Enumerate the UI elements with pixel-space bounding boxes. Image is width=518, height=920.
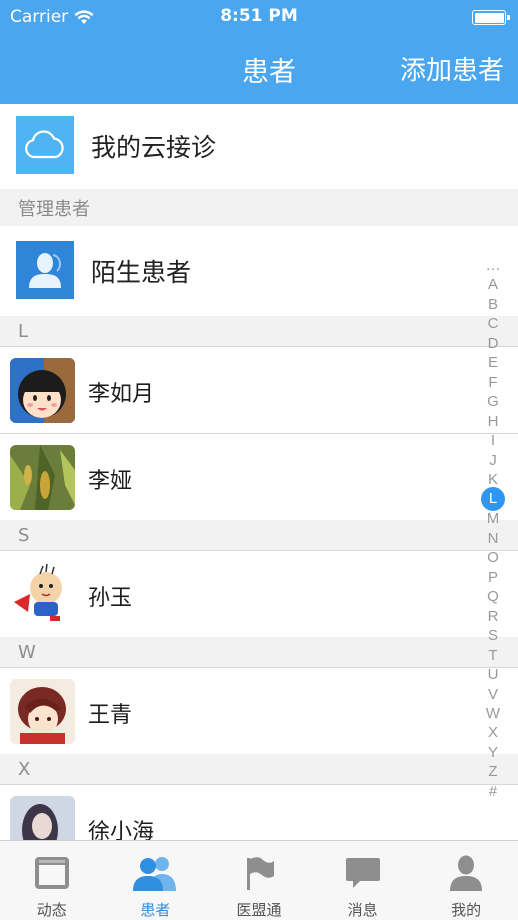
tab-dynamics[interactable]: 动态 xyxy=(0,841,104,920)
status-time: 8:51 PM xyxy=(220,6,298,26)
patient-row[interactable]: 孙玉 xyxy=(0,551,518,638)
cloud-consultation-row[interactable]: 我的云接诊 xyxy=(0,104,518,189)
patient-row[interactable]: 李娅 xyxy=(0,434,518,521)
index-letter-m[interactable]: M xyxy=(480,509,506,528)
index-letter-g[interactable]: G xyxy=(480,392,506,411)
index-letter-n[interactable]: N xyxy=(480,529,506,548)
avatar xyxy=(10,562,75,627)
avatar xyxy=(10,445,75,510)
index-letter-a[interactable]: A xyxy=(480,275,506,294)
avatar xyxy=(10,679,75,744)
index-letter-q[interactable]: Q xyxy=(480,587,506,606)
index-letter-t[interactable]: T xyxy=(480,646,506,665)
browser-icon xyxy=(29,853,75,893)
index-letter-b[interactable]: B xyxy=(480,295,506,314)
index-letter-s[interactable]: S xyxy=(480,626,506,645)
index-letter-x[interactable]: X xyxy=(480,723,506,742)
manage-patients-header: 管理患者 xyxy=(0,189,518,226)
index-letter-i[interactable]: I xyxy=(480,431,506,450)
index-letter-r[interactable]: R xyxy=(480,607,506,626)
add-patient-button[interactable]: 添加患者 xyxy=(400,50,504,87)
index-letter-d[interactable]: D xyxy=(480,334,506,353)
patient-row[interactable]: 李如月 xyxy=(0,347,518,434)
tab-bar: 动态 患者 医盟通 消息 我的 xyxy=(0,840,518,920)
avatar xyxy=(10,358,75,423)
tab-label: 患者 xyxy=(140,901,171,919)
cloud-consultation-label: 我的云接诊 xyxy=(91,133,217,162)
section-header-l: L xyxy=(0,316,518,347)
index-letter-l[interactable]: L xyxy=(481,487,505,512)
stranger-patients-label: 陌生患者 xyxy=(91,258,192,287)
section-header-w: W xyxy=(0,637,518,668)
index-letter-h[interactable]: H xyxy=(480,412,506,431)
user-icon xyxy=(443,853,489,893)
index-letter-hash[interactable]: # xyxy=(480,782,506,801)
patient-name: 李如月 xyxy=(88,382,155,407)
index-letter-w[interactable]: W xyxy=(480,704,506,723)
index-letter-more[interactable]: … xyxy=(480,256,506,275)
tab-label: 消息 xyxy=(347,901,378,919)
patient-name: 孙玉 xyxy=(88,586,133,611)
section-header-x: X xyxy=(0,754,518,785)
battery-icon xyxy=(472,10,510,25)
people-icon xyxy=(132,853,178,893)
alphabet-index[interactable]: … A B C D E F G H I J K L M N O P Q R S T U V W X Y Z # xyxy=(480,256,506,801)
index-letter-o[interactable]: O xyxy=(480,548,506,567)
cloud-icon xyxy=(16,116,74,174)
patient-name: 李娅 xyxy=(88,469,133,494)
flag-icon xyxy=(236,853,282,893)
index-letter-v[interactable]: V xyxy=(480,685,506,704)
tab-alliance[interactable]: 医盟通 xyxy=(207,841,311,920)
index-letter-p[interactable]: P xyxy=(480,568,506,587)
index-letter-e[interactable]: E xyxy=(480,353,506,372)
tab-messages[interactable]: 消息 xyxy=(311,841,415,920)
person-icon xyxy=(16,241,74,299)
index-letter-y[interactable]: Y xyxy=(480,743,506,762)
index-letter-u[interactable]: U xyxy=(480,665,506,684)
stranger-patients-row[interactable]: 陌生患者 xyxy=(0,226,518,316)
patient-name: 王青 xyxy=(88,703,133,728)
navigation-bar: Carrier 8:51 PM 患者 添加患者 xyxy=(0,0,518,104)
index-letter-f[interactable]: F xyxy=(480,373,506,392)
tab-label: 动态 xyxy=(36,901,67,919)
tab-label: 我的 xyxy=(451,901,482,919)
index-letter-c[interactable]: C xyxy=(480,314,506,333)
index-letter-z[interactable]: Z xyxy=(480,762,506,781)
status-bar: Carrier 8:51 PM xyxy=(0,0,518,34)
index-letter-j[interactable]: J xyxy=(480,451,506,470)
section-header-s: S xyxy=(0,520,518,551)
tab-label: 医盟通 xyxy=(236,901,282,919)
tab-patients[interactable]: 患者 xyxy=(104,841,208,920)
chat-bubble-icon xyxy=(340,853,386,893)
patient-row[interactable]: 王青 xyxy=(0,668,518,755)
tab-mine[interactable]: 我的 xyxy=(414,841,518,920)
